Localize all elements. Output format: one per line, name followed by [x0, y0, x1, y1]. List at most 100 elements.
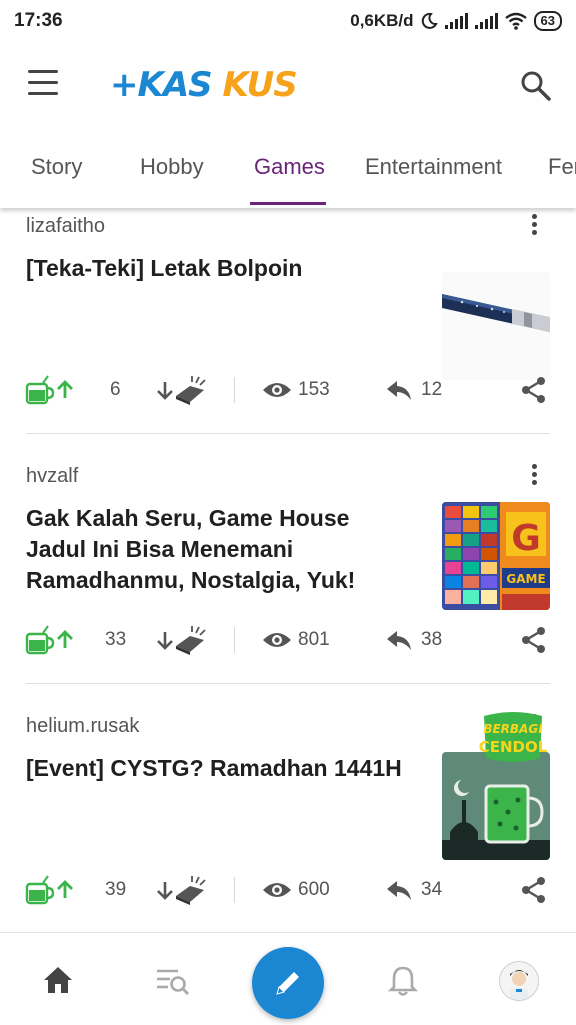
- berbagi-cendol-badge: BERBAGI CENDOL: [479, 712, 548, 762]
- thread-thumbnail[interactable]: [442, 272, 550, 380]
- upvote-button[interactable]: [24, 868, 74, 912]
- downvote-button[interactable]: [156, 868, 208, 912]
- pen-image: [442, 272, 550, 380]
- thread-card[interactable]: hvzalf Gak Kalah Seru, Game House Jadul …: [0, 458, 576, 708]
- reply-button[interactable]: [386, 868, 412, 912]
- tab-games[interactable]: Games: [254, 154, 325, 180]
- status-bar: 17:36 0,6KB/d 63: [0, 0, 576, 40]
- downvote-button[interactable]: [156, 618, 208, 662]
- reply-count: 34: [421, 879, 443, 900]
- reply-button[interactable]: [386, 618, 412, 662]
- nav-feed-search[interactable]: [156, 967, 190, 1002]
- thread-thumbnail[interactable]: G GAME: [442, 502, 550, 610]
- thread-author[interactable]: hvzalf: [26, 465, 78, 488]
- reply-count: 12: [421, 379, 443, 400]
- thread-author[interactable]: lizafaitho: [26, 215, 105, 238]
- nav-notifications[interactable]: [387, 965, 419, 1002]
- action-separator: [234, 377, 235, 403]
- battery-indicator: 63: [533, 11, 562, 31]
- card-divider: [26, 433, 550, 434]
- active-tab-indicator: [250, 202, 326, 205]
- card-divider: [26, 683, 550, 684]
- upvote-count: 6: [110, 379, 121, 400]
- tab-entertainment[interactable]: Entertainment: [365, 154, 502, 180]
- share-icon: [522, 877, 545, 903]
- signal-icon-2: [474, 13, 498, 29]
- feed-search-icon: [157, 969, 189, 995]
- avatar: [500, 962, 538, 1000]
- kaskus-logo[interactable]: +KAS KUS: [110, 66, 310, 102]
- search-button[interactable]: [518, 68, 554, 104]
- brick-icon: [176, 626, 206, 655]
- thread-title[interactable]: [Event] CYSTG? Ramadhan 1441H: [26, 753, 406, 784]
- app-header: +KAS KUS: [0, 40, 576, 128]
- thread-actions: 6 153 12: [0, 368, 576, 412]
- more-options-button[interactable]: [524, 461, 544, 491]
- logo-text-left: KAS: [138, 66, 212, 102]
- logo-text-right: KUS: [223, 66, 297, 102]
- cendol-cup-icon: [25, 875, 55, 905]
- share-button[interactable]: [520, 368, 548, 412]
- network-speed: 0,6KB/d: [350, 11, 414, 30]
- create-thread-button[interactable]: [252, 947, 324, 1019]
- thread-thumbnail[interactable]: [442, 752, 550, 860]
- tab-hobby[interactable]: Hobby: [140, 154, 204, 180]
- reply-count: 38: [421, 629, 443, 650]
- upvote-button[interactable]: [24, 368, 74, 412]
- reply-icon: [387, 631, 411, 650]
- share-button[interactable]: [520, 868, 548, 912]
- arrow-down-icon: [157, 382, 173, 400]
- moon-icon: [421, 12, 438, 29]
- thread-card[interactable]: lizafaitho [Teka-Teki] Letak Bolpoin 6 1…: [0, 208, 576, 458]
- thread-feed[interactable]: lizafaitho [Teka-Teki] Letak Bolpoin 6 1…: [0, 208, 576, 932]
- thread-title[interactable]: [Teka-Teki] Letak Bolpoin: [26, 253, 406, 284]
- arrow-down-icon: [157, 632, 173, 650]
- reply-icon: [387, 381, 411, 400]
- reply-button[interactable]: [386, 368, 412, 412]
- hamburger-line: [28, 81, 58, 84]
- nav-home[interactable]: [42, 965, 74, 1000]
- eye-icon: [263, 883, 291, 897]
- brick-icon: [176, 376, 206, 405]
- search-icon: [521, 71, 551, 101]
- downvote-button[interactable]: [156, 368, 208, 412]
- arrow-up-icon: [57, 630, 73, 648]
- bell-icon: [387, 966, 419, 996]
- reply-icon: [387, 881, 411, 900]
- thread-actions: 33 801 38: [0, 618, 576, 662]
- menu-button[interactable]: [26, 70, 60, 96]
- tab-female[interactable]: Fem: [548, 154, 576, 180]
- cendol-cup-icon: [25, 625, 55, 655]
- nav-profile-avatar[interactable]: [499, 961, 539, 1001]
- arrow-up-icon: [57, 880, 73, 898]
- game-house-image: G GAME: [442, 502, 550, 610]
- thread-title[interactable]: Gak Kalah Seru, Game House Jadul Ini Bis…: [26, 503, 406, 596]
- upvote-count: 39: [105, 879, 127, 900]
- share-icon: [522, 627, 545, 653]
- wifi-icon: [504, 12, 527, 30]
- signal-icon: [444, 13, 468, 29]
- eye-icon: [263, 633, 291, 647]
- thread-author[interactable]: helium.rusak: [26, 715, 139, 738]
- thread-card[interactable]: helium.rusak [Event] CYSTG? Ramadhan 144…: [0, 708, 576, 932]
- status-indicators: 0,6KB/d 63: [350, 9, 562, 33]
- svg-text:G: G: [511, 518, 541, 559]
- bottom-navigation: [0, 932, 576, 1025]
- views: [262, 368, 292, 412]
- share-button[interactable]: [520, 618, 548, 662]
- view-count: 153: [298, 379, 330, 400]
- views: [262, 868, 292, 912]
- tab-story[interactable]: Story: [31, 154, 82, 180]
- pencil-icon: [276, 972, 299, 995]
- upvote-count: 33: [105, 629, 127, 650]
- hamburger-icon: [28, 70, 58, 73]
- thread-actions: 39 600 34: [0, 868, 576, 912]
- svg-text:+KAS KUS: +KAS KUS: [110, 66, 297, 102]
- upvote-button[interactable]: [24, 618, 74, 662]
- svg-text:GAME: GAME: [506, 572, 545, 586]
- home-icon: [44, 967, 72, 993]
- badge-line-2: CENDOL: [479, 738, 548, 756]
- views: [262, 618, 292, 662]
- category-tabs: Story Hobby Games Entertainment Fem: [0, 128, 576, 208]
- more-options-button[interactable]: [524, 211, 544, 241]
